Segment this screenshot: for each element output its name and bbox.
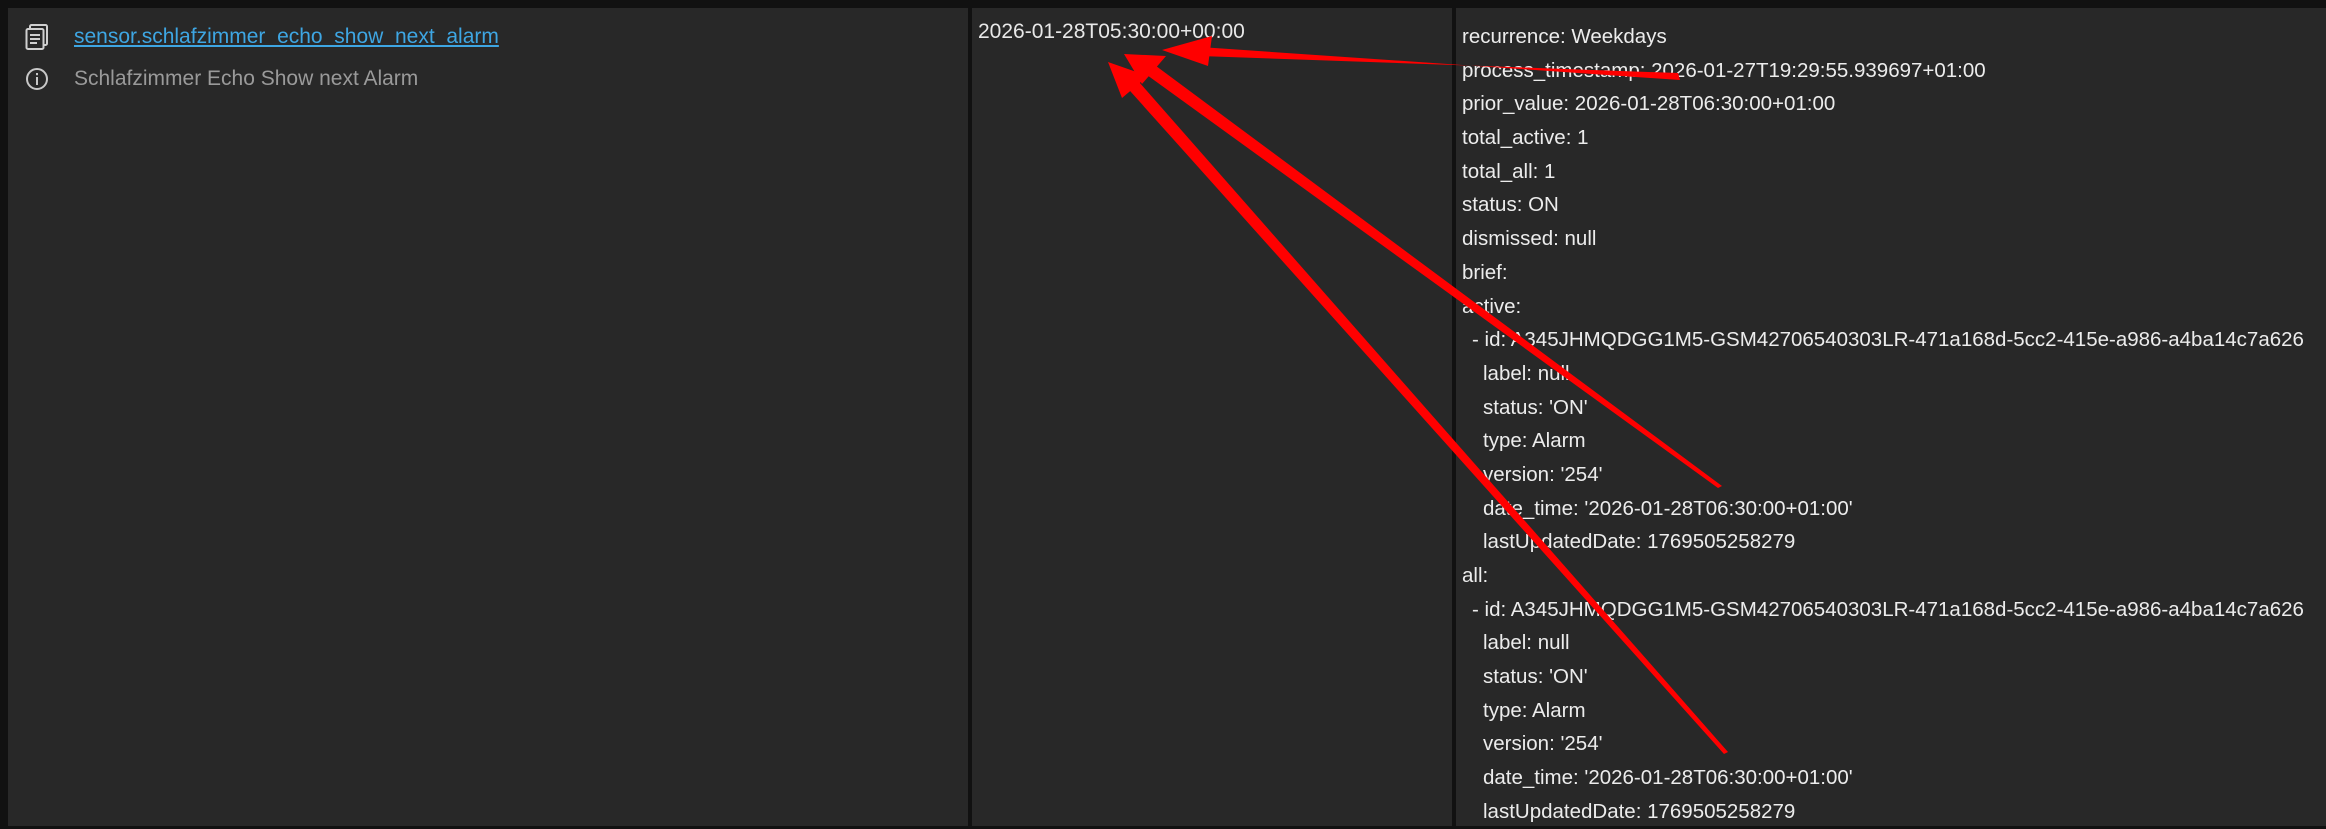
attribute-line: prior_value: 2026-01-28T06:30:00+01:00 [1462, 92, 1836, 116]
state-value: 2026-01-28T05:30:00+00:00 [978, 20, 1245, 43]
attributes-cell: recurrence: Weekdays process_timestamp: 2… [1456, 8, 2326, 826]
clipboard-list-icon[interactable] [22, 22, 52, 52]
info-circle-icon[interactable] [22, 64, 52, 94]
attribute-line: all: [1462, 564, 1489, 587]
attribute-line: lastUpdatedDate: 1769505258279 [1483, 530, 1796, 554]
attribute-line: - id: A345JHMQDGG1M5-GSM42706540303LR-47… [1472, 597, 2304, 621]
attribute-line: lastUpdatedDate: 1769505258279 [1483, 799, 1796, 823]
attribute-line: recurrence: Weekdays [1462, 25, 1667, 48]
attribute-line: type: Alarm [1483, 698, 1586, 722]
entity-cell: sensor.schlafzimmer_echo_show_next_alarm… [8, 8, 968, 826]
attribute-line: date_time: '2026-01-28T06:30:00+01:00' [1483, 766, 1853, 790]
attribute-line: - id: A345JHMQDGG1M5-GSM42706540303LR-47… [1472, 328, 2304, 352]
attribute-line: version: '254' [1483, 732, 1603, 756]
attribute-line: status: ON [1462, 193, 1559, 217]
attribute-line: process_timestamp: 2026-01-27T19:29:55.9… [1462, 58, 1986, 82]
friendly-name-row: Schlafzimmer Echo Show next Alarm [22, 64, 418, 94]
friendly-name: Schlafzimmer Echo Show next Alarm [74, 67, 419, 90]
attribute-line: dismissed: null [1462, 227, 1597, 251]
attribute-line: total_active: 1 [1462, 126, 1589, 150]
state-cell: 2026-01-28T05:30:00+00:00 [972, 8, 1452, 826]
table-top-border [0, 0, 2326, 8]
attribute-line: status: 'ON' [1483, 395, 1588, 419]
entity-table: sensor.schlafzimmer_echo_show_next_alarm… [0, 0, 2326, 826]
attribute-line: brief: [1462, 260, 1508, 284]
attribute-line: total_all: 1 [1462, 159, 1556, 183]
attribute-line: type: Alarm [1483, 429, 1586, 453]
attribute-line: version: '254' [1483, 462, 1603, 486]
attribute-line: label: null [1483, 361, 1570, 385]
attribute-list: recurrence: Weekdays process_timestamp: 2… [1462, 20, 2304, 829]
attribute-line: status: 'ON' [1483, 665, 1588, 689]
attribute-line: date_time: '2026-01-28T06:30:00+01:00' [1483, 496, 1853, 520]
entity-id-row: sensor.schlafzimmer_echo_show_next_alarm [22, 22, 499, 52]
attribute-line: label: null [1483, 631, 1570, 655]
attribute-line: active: [1462, 294, 1522, 318]
entity-id-link[interactable]: sensor.schlafzimmer_echo_show_next_alarm [74, 25, 499, 49]
